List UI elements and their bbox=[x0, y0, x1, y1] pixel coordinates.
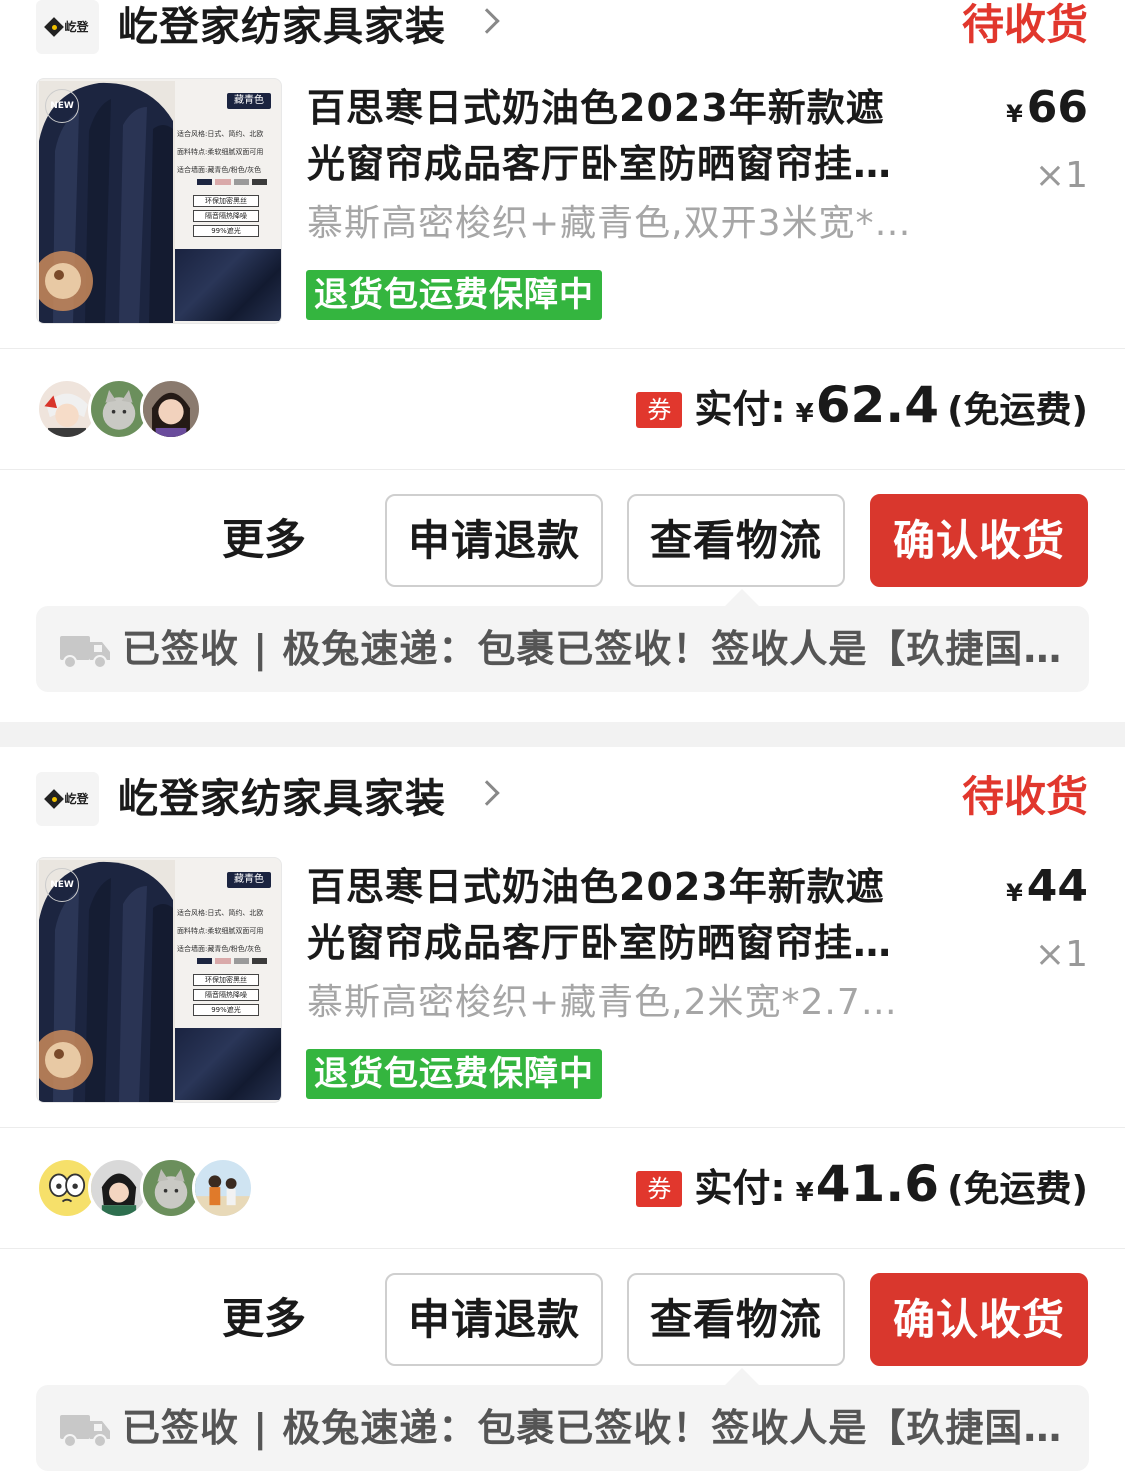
product-title-line: 百思寒日式奶油色2023年新款遮 bbox=[307, 86, 885, 130]
product-item[interactable]: NEW 藏青色 适合风格:日式、简约、北欧 面料特点:柔软细腻双面可用 适合墙面… bbox=[0, 78, 1125, 326]
new-badge: NEW bbox=[45, 89, 79, 123]
divider bbox=[0, 469, 1125, 470]
payment-label: 实付: bbox=[694, 1166, 786, 1210]
product-title-line: 光窗帘成品客厅卧室防晒窗帘挂… bbox=[307, 921, 893, 965]
payment-info: 券 实付: ¥ 41.6 (免运费) bbox=[636, 1155, 1088, 1213]
thumbnail-line: 适合风格:日式、简约、北欧 bbox=[177, 909, 264, 917]
payment-row: 券 实付: ¥ 62.4 (免运费) bbox=[0, 370, 1125, 450]
coupon-icon: 券 bbox=[636, 1171, 683, 1207]
shop-header[interactable]: 屹登 屹登家纺家具家装 待收货 bbox=[0, 772, 1125, 832]
currency-symbol: ¥ bbox=[795, 1178, 814, 1208]
thumbnail-specs: 适合风格:日式、简约、北欧 面料特点:柔软细腻双面可用 适合墙面:藏青色/粉色/… bbox=[177, 125, 277, 179]
product-spec: 慕斯高密梭织+藏青色,2米宽*2.7… bbox=[307, 982, 898, 1023]
guarantee-badge: 退货包运费保障中 bbox=[306, 1049, 602, 1099]
color-swatches bbox=[197, 958, 267, 964]
shop-logo-text: 屹登 bbox=[64, 792, 89, 806]
product-title-line: 百思寒日式奶油色2023年新款遮 bbox=[307, 865, 885, 909]
section-separator bbox=[0, 722, 1125, 747]
view-logistics-button[interactable]: 查看物流 bbox=[627, 1273, 845, 1366]
payment-label: 实付: bbox=[694, 387, 786, 431]
feature-label: 99%遮光 bbox=[193, 1004, 259, 1016]
divider bbox=[0, 348, 1125, 349]
payment-row: 券 实付: ¥ 41.6 (免运费) bbox=[0, 1149, 1125, 1229]
shop-header[interactable]: 屹登 屹登家纺家具家装 待收货 bbox=[0, 0, 1125, 60]
shop-name[interactable]: 屹登家纺家具家装 bbox=[118, 2, 446, 52]
color-tag: 藏青色 bbox=[227, 93, 271, 109]
avatar bbox=[192, 1157, 254, 1219]
payment-amount: 62.4 bbox=[815, 376, 940, 434]
product-thumbnail[interactable]: NEW 藏青色 适合风格:日式、简约、北欧 面料特点:柔软细腻双面可用 适合墙面… bbox=[36, 857, 282, 1103]
shop-name[interactable]: 屹登家纺家具家装 bbox=[118, 774, 446, 824]
fabric-sample bbox=[175, 1028, 281, 1100]
view-logistics-button[interactable]: 查看物流 bbox=[627, 494, 845, 587]
product-spec: 慕斯高密梭织+藏青色,双开3米宽*… bbox=[307, 203, 912, 244]
feature-label: 隔音隔热降噪 bbox=[193, 210, 259, 222]
order-actions: 更多 申请退款 查看物流 确认收货 bbox=[0, 494, 1125, 588]
currency-symbol: ¥ bbox=[1006, 100, 1023, 128]
feature-label: 99%遮光 bbox=[193, 225, 259, 237]
product-title[interactable]: 百思寒日式奶油色2023年新款遮 光窗帘成品客厅卧室防晒窗帘挂… bbox=[307, 859, 957, 971]
fabric-sample bbox=[175, 249, 281, 321]
chevron-right-icon[interactable] bbox=[474, 780, 500, 806]
payment-info: 券 实付: ¥ 62.4 (免运费) bbox=[636, 376, 1088, 434]
divider bbox=[0, 1248, 1125, 1249]
avatar bbox=[140, 378, 202, 440]
feature-label: 隔音隔热降噪 bbox=[193, 989, 259, 1001]
shop-logo-icon: 屹登 bbox=[36, 0, 99, 54]
chevron-right-icon[interactable] bbox=[474, 8, 500, 34]
currency-symbol: ¥ bbox=[795, 399, 814, 429]
product-quantity: ×1 bbox=[1034, 934, 1088, 975]
refund-button[interactable]: 申请退款 bbox=[385, 494, 603, 587]
order-card-2: 屹登 屹登家纺家具家装 待收货 NEW 藏青色 适合风格:日式、简约、北欧 面料 bbox=[0, 747, 1125, 1482]
truck-icon bbox=[60, 636, 110, 669]
refund-button[interactable]: 申请退款 bbox=[385, 1273, 603, 1366]
product-item[interactable]: NEW 藏青色 适合风格:日式、简约、北欧 面料特点:柔软细腻双面可用 适合墙面… bbox=[0, 857, 1125, 1105]
logistics-status-bar[interactable]: 已签收 | 极兔速递：包裹已签收！签收人是【玖捷国… bbox=[36, 1368, 1089, 1471]
more-button[interactable]: 更多 bbox=[222, 512, 306, 568]
thumbnail-line: 适合墙面:藏青色/粉色/灰色 bbox=[177, 945, 262, 953]
color-swatches bbox=[197, 179, 267, 185]
price-value: 44 bbox=[1026, 861, 1088, 912]
thumbnail-line: 面料特点:柔软细腻双面可用 bbox=[177, 148, 264, 156]
currency-symbol: ¥ bbox=[1006, 879, 1023, 907]
shop-logo-text: 屹登 bbox=[64, 20, 89, 34]
divider bbox=[0, 1127, 1125, 1128]
shipping-note: (免运费) bbox=[947, 390, 1088, 431]
truck-icon bbox=[60, 1415, 110, 1448]
logistics-text: 已签收 | 极兔速递：包裹已签收！签收人是【玖捷国… bbox=[122, 627, 1063, 671]
more-button[interactable]: 更多 bbox=[222, 1291, 306, 1347]
price-value: 66 bbox=[1026, 82, 1088, 133]
shipping-note: (免运费) bbox=[947, 1169, 1088, 1210]
product-title[interactable]: 百思寒日式奶油色2023年新款遮 光窗帘成品客厅卧室防晒窗帘挂… bbox=[307, 80, 957, 192]
payment-amount: 41.6 bbox=[815, 1155, 940, 1213]
order-actions: 更多 申请退款 查看物流 确认收货 bbox=[0, 1273, 1125, 1367]
product-price: ¥44 bbox=[1006, 859, 1088, 921]
feature-label: 环保加密黑丝 bbox=[193, 974, 259, 986]
color-tag: 藏青色 bbox=[227, 872, 271, 888]
shop-logo-icon: 屹登 bbox=[36, 772, 99, 826]
order-status: 待收货 bbox=[961, 772, 1088, 821]
product-title-line: 光窗帘成品客厅卧室防晒窗帘挂… bbox=[307, 142, 893, 186]
logistics-text: 已签收 | 极兔速递：包裹已签收！签收人是【玖捷国… bbox=[122, 1406, 1063, 1450]
new-badge: NEW bbox=[45, 868, 79, 902]
order-status: 待收货 bbox=[961, 0, 1088, 49]
thumbnail-line: 面料特点:柔软细腻双面可用 bbox=[177, 927, 264, 935]
product-thumbnail[interactable]: NEW 藏青色 适合风格:日式、简约、北欧 面料特点:柔软细腻双面可用 适合墙面… bbox=[36, 78, 282, 324]
coupon-icon: 券 bbox=[636, 392, 683, 428]
thumbnail-line: 适合墙面:藏青色/粉色/灰色 bbox=[177, 166, 262, 174]
thumbnail-specs: 适合风格:日式、简约、北欧 面料特点:柔软细腻双面可用 适合墙面:藏青色/粉色/… bbox=[177, 904, 277, 958]
thumbnail-line: 适合风格:日式、简约、北欧 bbox=[177, 130, 264, 138]
confirm-receipt-button[interactable]: 确认收货 bbox=[870, 1273, 1088, 1366]
product-quantity: ×1 bbox=[1034, 155, 1088, 196]
logistics-status-bar[interactable]: 已签收 | 极兔速递：包裹已签收！签收人是【玖捷国… bbox=[36, 589, 1089, 692]
order-card-1: 屹登 屹登家纺家具家装 待收货 NEW 藏青色 适合风格:日式、简约、北欧 面料 bbox=[0, 0, 1125, 722]
feature-label: 环保加密黑丝 bbox=[193, 195, 259, 207]
product-price: ¥66 bbox=[1006, 80, 1088, 142]
confirm-receipt-button[interactable]: 确认收货 bbox=[870, 494, 1088, 587]
guarantee-badge: 退货包运费保障中 bbox=[306, 270, 602, 320]
